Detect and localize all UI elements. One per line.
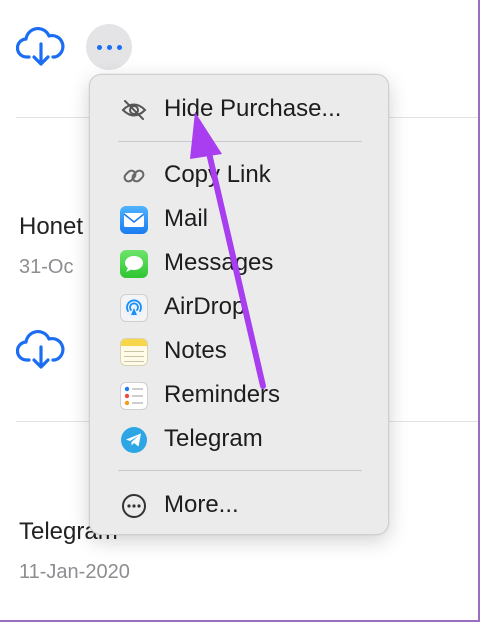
menu-item-messages[interactable]: Messages	[90, 243, 388, 283]
menu-separator	[118, 141, 362, 142]
telegram-icon	[120, 426, 148, 454]
more-circle-icon	[120, 492, 148, 520]
mail-icon	[120, 206, 148, 234]
airdrop-icon	[120, 294, 148, 322]
menu-item-mail[interactable]: Mail	[90, 199, 388, 239]
eye-slash-icon	[120, 96, 148, 124]
menu-item-label: More...	[164, 491, 239, 518]
app-date: 11-Jan-2020	[19, 561, 130, 583]
context-menu: Hide Purchase... Copy Link Mail Messages…	[89, 74, 389, 535]
app-name[interactable]: Honet	[19, 213, 83, 241]
menu-item-label: Copy Link	[164, 161, 271, 188]
menu-item-label: Notes	[164, 337, 227, 364]
download-button[interactable]	[15, 329, 66, 370]
link-icon	[120, 162, 148, 190]
cloud-download-icon	[15, 329, 65, 369]
menu-item-more[interactable]: More...	[90, 485, 388, 525]
more-options-button[interactable]	[86, 24, 132, 70]
menu-item-airdrop[interactable]: AirDrop	[90, 287, 388, 327]
menu-item-label: Messages	[164, 249, 274, 276]
messages-icon	[120, 250, 148, 278]
menu-item-label: AirDrop	[164, 293, 246, 320]
menu-item-label: Reminders	[164, 381, 281, 408]
notes-icon	[120, 338, 148, 366]
ellipsis-icon	[96, 44, 122, 50]
menu-item-hide-purchase[interactable]: Hide Purchase...	[90, 89, 388, 129]
menu-separator	[118, 470, 362, 471]
menu-item-label: Mail	[164, 205, 209, 232]
menu-item-telegram[interactable]: Telegram	[90, 419, 388, 459]
reminders-icon	[120, 382, 148, 410]
menu-item-copy-link[interactable]: Copy Link	[90, 155, 388, 195]
menu-item-label: Hide Purchase...	[164, 95, 342, 122]
app-date: 31-Oc	[19, 256, 74, 278]
cloud-download-icon	[15, 26, 65, 66]
download-button[interactable]	[15, 26, 66, 67]
menu-item-reminders[interactable]: Reminders	[90, 375, 388, 415]
menu-item-label: Telegram	[164, 425, 263, 452]
menu-item-notes[interactable]: Notes	[90, 331, 388, 371]
